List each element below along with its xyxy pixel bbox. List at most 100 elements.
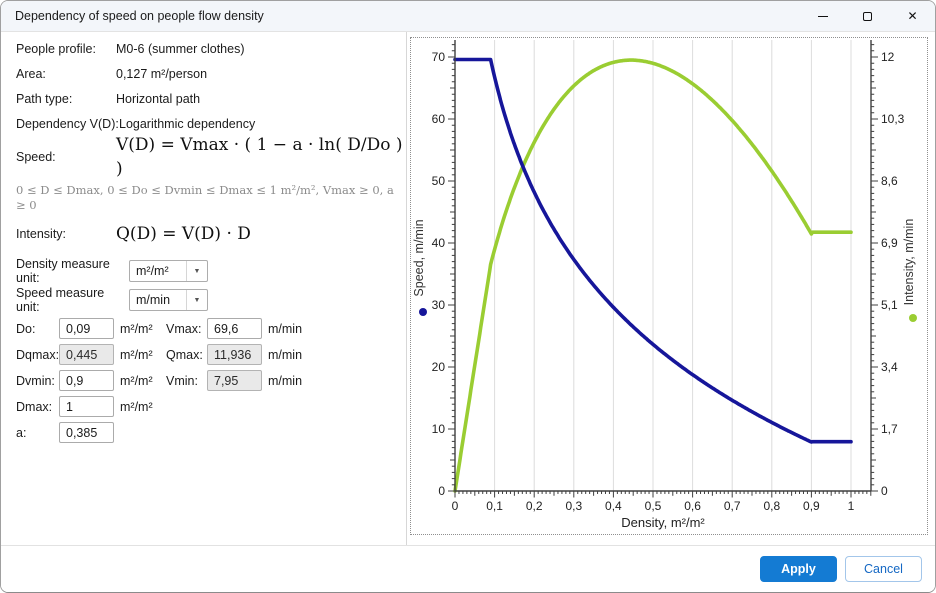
vmin-field: [207, 370, 262, 391]
speed-unit-row: Speed measure unit: m/min ▼: [16, 286, 406, 314]
speed-label: Speed:: [16, 150, 56, 164]
speed-formula-row: Speed: V(D) = Vmax · ( 1 − a · ln( D/Do …: [16, 133, 406, 181]
vmin-label: Vmin:: [166, 373, 198, 388]
dependency-chart-panel: 0 10 20 30 40 50 60 70 0 1,7 3,4 5,1 6,9 8,6 10,3 12 0 0,…: [410, 37, 928, 535]
minimize-button[interactable]: [800, 1, 845, 31]
dqmax-label: Dqmax:: [16, 347, 60, 362]
svg-text:12: 12: [881, 50, 895, 64]
settings-panel: People profile: M0-6 (summer clothes) Ar…: [1, 32, 407, 545]
people-profile-value: M0-6 (summer clothes): [116, 42, 245, 56]
intensity-label: Intensity:: [16, 227, 67, 241]
dqmax-unit: m²/m²: [120, 347, 153, 362]
svg-text:10,3: 10,3: [881, 112, 905, 126]
area-label: Area:: [16, 67, 46, 81]
svg-text:3,4: 3,4: [881, 360, 898, 374]
cancel-button[interactable]: Cancel: [845, 556, 922, 582]
dqmax-field: [59, 344, 114, 365]
svg-text:0,3: 0,3: [565, 499, 582, 513]
apply-button[interactable]: Apply: [760, 556, 837, 582]
svg-text:8,6: 8,6: [881, 174, 898, 188]
maximize-button[interactable]: [845, 1, 890, 31]
intensity-formula: Q(D) = V(D) · D: [116, 224, 251, 244]
a-row: a:: [16, 422, 406, 443]
dvmin-unit: m²/m²: [120, 373, 153, 388]
a-input[interactable]: [59, 422, 114, 443]
vmax-input[interactable]: [207, 318, 262, 339]
svg-text:10: 10: [432, 422, 446, 436]
speed-unit-select[interactable]: m/min ▼: [129, 289, 208, 311]
formula-constraints: 0 ≤ D ≤ Dmax, 0 ≤ Do ≤ Dvmin ≤ Dmax ≤ 1 …: [16, 183, 394, 212]
svg-text:20: 20: [432, 360, 446, 374]
svg-text:0,5: 0,5: [645, 499, 662, 513]
do-unit: m²/m²: [120, 321, 153, 336]
svg-text:0: 0: [438, 484, 445, 498]
svg-text:40: 40: [432, 236, 446, 250]
dvmin-input[interactable]: [59, 370, 114, 391]
svg-text:50: 50: [432, 174, 446, 188]
parameters-block: Do: m²/m² Vmax: m/min Dqmax: m²/m² Qmax:…: [16, 318, 406, 443]
vmax-label: Vmax:: [166, 321, 202, 336]
svg-text:0,6: 0,6: [684, 499, 701, 513]
area-value: 0,127 m²/person: [116, 67, 208, 81]
dialog-body: People profile: M0-6 (summer clothes) Ar…: [1, 31, 935, 545]
speed-formula: V(D) = Vmax · ( 1 − a · ln( D/Do ) ): [116, 135, 403, 179]
svg-text:1,7: 1,7: [881, 422, 898, 436]
svg-text:0,1: 0,1: [486, 499, 503, 513]
dependency-row: Dependency V(D): Logarithmic dependency: [16, 116, 406, 132]
svg-text:6,9: 6,9: [881, 236, 898, 250]
intensity-formula-row: Intensity: Q(D) = V(D) · D: [16, 222, 406, 246]
svg-text:Intensity, m/min: Intensity, m/min: [902, 219, 916, 306]
density-unit-select[interactable]: m²/m² ▼: [129, 260, 208, 282]
svg-text:1: 1: [848, 499, 855, 513]
qmax-unit: m/min: [268, 347, 303, 362]
vmax-unit: m/min: [268, 321, 303, 336]
chart-svg: 01020304050607001,73,45,16,98,610,3120 0,…: [412, 40, 917, 530]
dependency-value: Logarithmic dependency: [119, 117, 256, 131]
do-label: Do:: [16, 321, 36, 336]
dmax-label: Dmax:: [16, 399, 53, 414]
svg-text:0,8: 0,8: [763, 499, 780, 513]
dependency-label: Dependency V(D):: [16, 117, 119, 131]
density-unit-label: Density measure unit:: [16, 257, 110, 285]
do-input[interactable]: [59, 318, 114, 339]
svg-text:5,1: 5,1: [881, 298, 898, 312]
qmax-field: [207, 344, 262, 365]
close-icon: ✕: [907, 9, 918, 23]
dqmax-row: Dqmax: m²/m² Qmax: m/min: [16, 344, 406, 365]
people-profile-label: People profile:: [16, 42, 96, 56]
density-unit-value: m²/m²: [136, 264, 169, 278]
dmax-input[interactable]: [59, 396, 114, 417]
minimize-icon: [817, 15, 828, 17]
qmax-label: Qmax:: [166, 347, 203, 362]
dvmin-label: Dvmin:: [16, 373, 55, 388]
titlebar: Dependency of speed on people flow densi…: [1, 1, 935, 31]
maximize-icon: [863, 11, 872, 21]
svg-text:0,7: 0,7: [724, 499, 741, 513]
svg-text:0: 0: [881, 484, 888, 498]
window-title: Dependency of speed on people flow densi…: [15, 9, 264, 23]
density-unit-row: Density measure unit: m²/m² ▼: [16, 257, 406, 285]
svg-text:0,4: 0,4: [605, 499, 622, 513]
dialog-window: Dependency of speed on people flow densi…: [0, 0, 936, 593]
svg-text:0,9: 0,9: [803, 499, 820, 513]
svg-text:60: 60: [432, 112, 446, 126]
svg-text:Speed, m/min: Speed, m/min: [412, 219, 426, 296]
svg-text:Density, m²/m²: Density, m²/m²: [621, 515, 705, 530]
do-row: Do: m²/m² Vmax: m/min: [16, 318, 406, 339]
dmax-row: Dmax: m²/m²: [16, 396, 406, 417]
a-label: a:: [16, 425, 27, 440]
speed-unit-label: Speed measure unit:: [16, 286, 105, 314]
svg-text:30: 30: [432, 298, 446, 312]
chevron-down-icon: ▼: [186, 290, 207, 310]
path-type-label: Path type:: [16, 92, 73, 106]
svg-text:0,2: 0,2: [526, 499, 543, 513]
dmax-unit: m²/m²: [120, 399, 153, 414]
speed-unit-value: m/min: [136, 293, 171, 307]
dialog-footer: Apply Cancel: [1, 545, 935, 592]
close-button[interactable]: ✕: [890, 1, 935, 31]
path-type-row: Path type: Horizontal path: [16, 91, 406, 107]
path-type-value: Horizontal path: [116, 92, 201, 106]
chevron-down-icon: ▼: [186, 261, 207, 281]
svg-text:0: 0: [452, 499, 459, 513]
dvmin-row: Dvmin: m²/m² Vmin: m/min: [16, 370, 406, 391]
